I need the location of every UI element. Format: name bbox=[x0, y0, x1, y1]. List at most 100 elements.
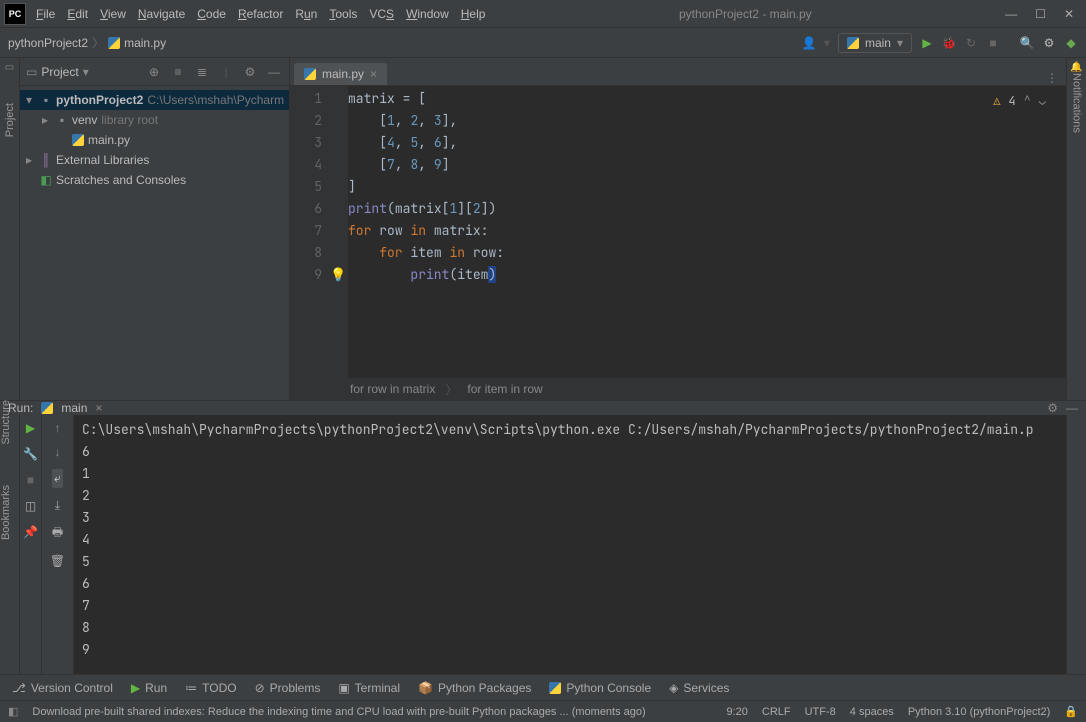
breadcrumb-item[interactable]: for row in matrix bbox=[350, 382, 435, 396]
expand-all-icon[interactable]: ≡ bbox=[169, 63, 187, 81]
menu-help[interactable]: Help bbox=[461, 7, 486, 21]
tab-run[interactable]: ▶Run bbox=[131, 681, 167, 695]
breadcrumb-file[interactable]: main.py bbox=[124, 36, 166, 50]
menu-window[interactable]: Window bbox=[406, 7, 449, 21]
chevron-right-icon: ▸ bbox=[42, 113, 54, 127]
editor-tab-mainpy[interactable]: main.py × bbox=[294, 63, 387, 85]
main-area: ▭ Project ▭ Project ▾ ⊕ ≡ ≣ | ⚙ — ▾ ▪ py… bbox=[0, 58, 1086, 400]
project-root-path: C:\Users\mshah\Pycharm bbox=[147, 93, 284, 107]
menu-vcs[interactable]: VCS bbox=[369, 7, 394, 21]
search-icon[interactable]: 🔍 bbox=[1020, 36, 1034, 50]
minimize-icon[interactable]: ― bbox=[1005, 7, 1017, 21]
wrench-icon[interactable]: 🔧 bbox=[23, 447, 38, 461]
project-view-icon: ▭ bbox=[26, 65, 37, 79]
tree-mainpy[interactable]: main.py bbox=[20, 130, 289, 150]
tab-options-icon[interactable]: ⋮ bbox=[1046, 71, 1058, 85]
close-run-tab-icon[interactable]: × bbox=[95, 401, 102, 415]
hide-panel-icon[interactable]: — bbox=[1066, 401, 1078, 415]
menu-file[interactable]: File bbox=[36, 7, 55, 21]
tree-project-root[interactable]: ▾ ▪ pythonProject2 C:\Users\mshah\Pychar… bbox=[20, 90, 289, 110]
run-config-name[interactable]: main bbox=[61, 401, 87, 415]
folder-icon: ▪ bbox=[38, 93, 54, 107]
lightbulb-icon[interactable]: 💡 bbox=[330, 266, 346, 283]
project-panel-title[interactable]: Project bbox=[41, 65, 78, 79]
tree-external-libraries[interactable]: ▸ ║ External Libraries bbox=[20, 150, 289, 170]
tab-python-console[interactable]: Python Console bbox=[549, 681, 651, 695]
tab-problems[interactable]: ⊘Problems bbox=[255, 681, 321, 695]
inspection-widget[interactable]: ⚠ 4 ^ ⌄ bbox=[993, 90, 1046, 112]
tab-terminal[interactable]: ▣Terminal bbox=[338, 681, 400, 695]
breadcrumb-item[interactable]: for item in row bbox=[467, 382, 542, 396]
interpreter-info[interactable]: Python 3.10 (pythonProject2) bbox=[908, 706, 1050, 718]
tab-version-control[interactable]: ⎇Version Control bbox=[12, 681, 113, 695]
play-icon: ▶ bbox=[131, 681, 140, 695]
breadcrumb-project[interactable]: pythonProject2 bbox=[8, 36, 88, 50]
tab-todo[interactable]: ≔TODO bbox=[185, 681, 236, 695]
chevron-down-icon: ▾ bbox=[897, 36, 903, 50]
locate-icon[interactable]: ⊕ bbox=[145, 63, 163, 81]
menu-tools[interactable]: Tools bbox=[329, 7, 357, 21]
python-file-icon bbox=[304, 68, 316, 80]
collapse-all-icon[interactable]: ≣ bbox=[193, 63, 211, 81]
menu-code[interactable]: Code bbox=[197, 7, 226, 21]
menu-refactor[interactable]: Refactor bbox=[238, 7, 283, 21]
run-config-selector[interactable]: main ▾ bbox=[838, 33, 912, 53]
gear-icon[interactable]: ⚙ bbox=[241, 63, 259, 81]
code-content[interactable]: matrix = [ [1, 2, 3], [4, 5, 6], [7, 8, … bbox=[348, 86, 1066, 378]
expand-down-icon[interactable]: ⌄ bbox=[1039, 90, 1046, 112]
rerun-icon[interactable]: ▶ bbox=[26, 421, 35, 435]
side-tab-project[interactable]: Project bbox=[4, 103, 16, 137]
console-output[interactable]: C:\Users\mshah\PycharmProjects\pythonPro… bbox=[74, 415, 1066, 709]
close-icon[interactable]: ✕ bbox=[1064, 7, 1074, 21]
stop-button[interactable]: ■ bbox=[986, 36, 1000, 50]
maximize-icon[interactable]: ☐ bbox=[1035, 7, 1046, 21]
title-bar: PC File Edit View Navigate Code Refactor… bbox=[0, 0, 1086, 28]
tree-venv[interactable]: ▸ ▪ venv library root bbox=[20, 110, 289, 130]
scroll-to-end-icon[interactable]: ⤓ bbox=[55, 498, 60, 513]
side-tab-bookmarks[interactable]: Bookmarks bbox=[0, 485, 20, 540]
tool-window-icon[interactable]: ◧ bbox=[8, 705, 18, 718]
side-tab-notifications[interactable]: Notifications bbox=[1071, 73, 1083, 133]
chevron-down-icon[interactable]: ▾ bbox=[83, 65, 89, 79]
menu-navigate[interactable]: Navigate bbox=[138, 7, 185, 21]
tab-python-packages[interactable]: 📦Python Packages bbox=[418, 681, 531, 695]
run-output-gutter: ↑ ↓ ⤶ ⤓ 🖶 🗑 bbox=[42, 415, 74, 709]
print-icon[interactable]: 🖶 bbox=[52, 523, 63, 544]
line-separator[interactable]: CRLF bbox=[762, 706, 791, 718]
menu-view[interactable]: View bbox=[100, 7, 126, 21]
side-tab-structure[interactable]: Structure bbox=[0, 400, 20, 445]
layout-icon[interactable]: ◫ bbox=[25, 499, 36, 513]
stop-icon[interactable]: ■ bbox=[27, 473, 34, 487]
menu-run[interactable]: Run bbox=[295, 7, 317, 21]
right-tool-stripe: 🔔 Notifications bbox=[1066, 58, 1086, 400]
close-tab-icon[interactable]: × bbox=[370, 67, 377, 81]
venv-hint: library root bbox=[101, 113, 158, 127]
up-icon[interactable]: ↑ bbox=[55, 421, 61, 435]
coverage-button[interactable]: ↻ bbox=[964, 36, 978, 50]
add-user-icon[interactable]: 👤 bbox=[802, 36, 816, 50]
scratch-icon: ◧ bbox=[38, 173, 54, 187]
notifications-icon[interactable]: 🔔 bbox=[1070, 62, 1082, 73]
menu-edit[interactable]: Edit bbox=[67, 7, 88, 21]
learn-icon[interactable]: ◆ bbox=[1064, 36, 1078, 50]
file-encoding[interactable]: UTF-8 bbox=[805, 706, 836, 718]
code-editor[interactable]: 123456789 💡 matrix = [ [1, 2, 3], [4, 5,… bbox=[290, 86, 1066, 378]
run-button[interactable]: ▶ bbox=[920, 36, 934, 50]
expand-up-icon[interactable]: ^ bbox=[1024, 90, 1031, 112]
hide-panel-icon[interactable]: — bbox=[265, 63, 283, 81]
cursor-position[interactable]: 9:20 bbox=[726, 706, 747, 718]
trash-icon[interactable]: 🗑 bbox=[50, 554, 65, 568]
lock-icon[interactable]: 🔒 bbox=[1064, 705, 1078, 718]
down-icon[interactable]: ↓ bbox=[55, 445, 61, 459]
project-tool-icon[interactable]: ▭ bbox=[5, 62, 14, 73]
gear-icon[interactable]: ⚙ bbox=[1047, 401, 1058, 415]
tab-services[interactable]: ◈Services bbox=[669, 681, 729, 695]
soft-wrap-icon[interactable]: ⤶ bbox=[52, 469, 63, 488]
pin-icon[interactable]: 📌 bbox=[23, 525, 38, 539]
indent-info[interactable]: 4 spaces bbox=[850, 706, 894, 718]
tree-scratches[interactable]: ◧ Scratches and Consoles bbox=[20, 170, 289, 190]
status-message[interactable]: Download pre-built shared indexes: Reduc… bbox=[32, 706, 712, 718]
settings-icon[interactable]: ⚙ bbox=[1042, 36, 1056, 50]
warning-count: 4 bbox=[1008, 90, 1015, 112]
debug-button[interactable]: 🐞 bbox=[942, 36, 956, 50]
